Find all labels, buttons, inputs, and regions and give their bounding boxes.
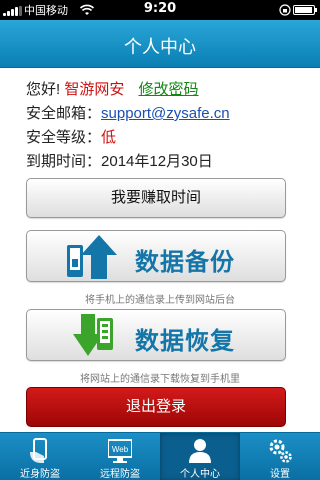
email-label: 安全邮箱： xyxy=(26,105,102,122)
download-phone-icon xyxy=(73,314,113,356)
battery-icon xyxy=(293,5,317,15)
upload-phone-icon xyxy=(67,235,117,279)
username: 智游网安 xyxy=(64,81,125,98)
profile-info: 您好! 智游网安 修改密码 安全邮箱：support@zysafe.cn 安全等… xyxy=(26,78,230,174)
web-monitor-icon: Web xyxy=(108,439,132,463)
data-restore-label: 数据恢复 xyxy=(135,328,235,355)
data-backup-label: 数据备份 xyxy=(135,249,235,276)
user-icon xyxy=(189,439,211,463)
status-bar: 中国移动 9:20 xyxy=(0,0,320,20)
clock: 9:20 xyxy=(143,1,177,16)
email-row: 安全邮箱：support@zysafe.cn xyxy=(26,102,230,126)
tab-settings[interactable]: 设置 xyxy=(240,433,320,480)
greeting-row: 您好! 智游网安 修改密码 xyxy=(26,78,230,102)
tab-label: 近身防盗 xyxy=(20,469,60,480)
logout-button[interactable]: 退出登录 xyxy=(26,387,286,427)
tab-personal-center[interactable]: 个人中心 xyxy=(160,433,240,480)
tab-bar: 近身防盗 Web 远程防盗 个人中心 设置 xyxy=(0,432,320,480)
expiry-label: 到期时间： xyxy=(26,153,102,170)
restore-caption: 将网站上的通信录下载恢复到手机里 xyxy=(80,374,240,385)
rotation-lock-icon xyxy=(279,4,291,16)
gears-icon xyxy=(269,439,292,463)
expiry-row: 到期时间：2014年12月30日 xyxy=(26,150,230,174)
security-level-label: 安全等级： xyxy=(26,129,102,146)
security-level-row: 安全等级：低 xyxy=(26,126,230,150)
tab-label: 远程防盗 xyxy=(100,469,140,480)
logout-label: 退出登录 xyxy=(125,398,186,415)
email-link[interactable]: support@zysafe.cn xyxy=(101,105,230,122)
title-bar: 个人中心 xyxy=(0,20,320,68)
tab-nearby-antitheft[interactable]: 近身防盗 xyxy=(0,433,80,480)
phone-hand-icon xyxy=(30,438,47,463)
expiry-date: 2014年12月30日 xyxy=(101,153,213,170)
data-restore-button[interactable]: 数据恢复 xyxy=(26,309,286,361)
tab-remote-antitheft[interactable]: Web 远程防盗 xyxy=(80,433,160,480)
tab-label: 设置 xyxy=(270,469,290,480)
earn-time-button[interactable]: 我要赚取时间 xyxy=(26,178,286,218)
security-level-value: 低 xyxy=(101,129,117,146)
change-password-link[interactable]: 修改密码 xyxy=(139,81,199,98)
greeting-text: 您好! xyxy=(26,81,61,98)
data-backup-button[interactable]: 数据备份 xyxy=(26,230,286,282)
svg-text:Web: Web xyxy=(112,445,129,454)
backup-caption: 将手机上的通信录上传到网站后台 xyxy=(85,295,235,306)
earn-time-label: 我要赚取时间 xyxy=(110,189,201,206)
tab-label: 个人中心 xyxy=(180,469,220,480)
page-title: 个人中心 xyxy=(124,37,196,57)
